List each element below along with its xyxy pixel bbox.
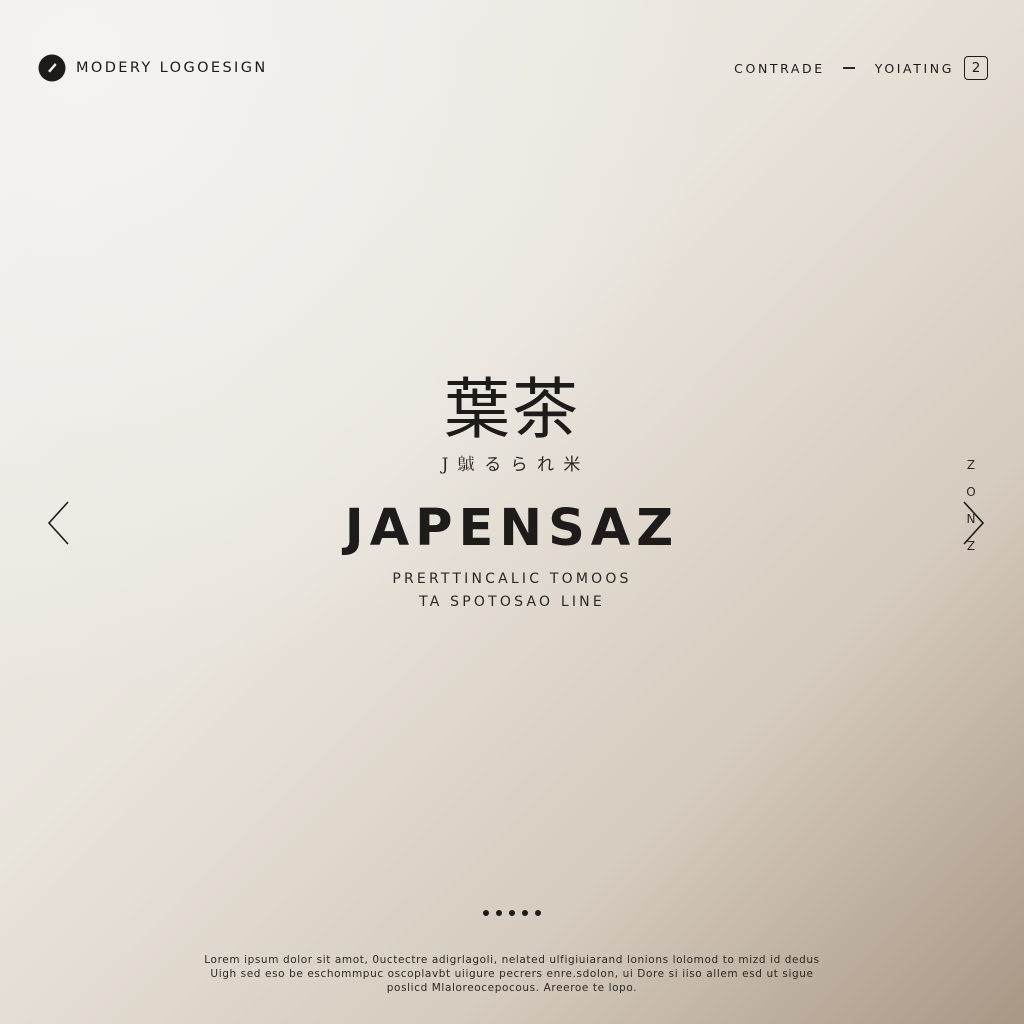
hero-subtitle: PRERTTINCALIC TOMOOS TA SPOTOSAO LINE: [0, 568, 1024, 614]
nav-link-yoiating[interactable]: YOIATING: [875, 61, 954, 76]
brand-name: MODERY LOGOESIGN: [76, 60, 268, 76]
brand-logo-link[interactable]: MODERY LOGOESIGN: [38, 54, 268, 82]
header: MODERY LOGOESIGN CONTRADE YOIATING 2: [38, 48, 988, 88]
hero-section: 葉茶 J 𩿠 る ら れ 米 JAPENSAZ PRERTTINCALIC TO…: [0, 370, 1024, 614]
pagination-dot[interactable]: [483, 910, 489, 916]
slide-pagination: [0, 910, 1024, 916]
pagination-dot[interactable]: [496, 910, 502, 916]
page-number-badge[interactable]: 2: [964, 56, 988, 80]
nav-divider: [842, 67, 855, 69]
kanji-heading: 葉茶: [444, 371, 580, 448]
footer-line-2: Uigh sed eso be eschommpuc oscoplavbt ui…: [210, 968, 814, 980]
footer-line-3: poslicd Mlaloreocepocous. Areeroe te lop…: [386, 982, 638, 994]
logo-mark-icon: [38, 54, 66, 82]
footer-text: Lorem ipsum dolor sit amot, 0uctectre ad…: [120, 953, 904, 995]
hero-subtitle-line-2: TA SPOTOSAO LINE: [419, 594, 605, 610]
hero-title: JAPENSAZ: [344, 499, 680, 558]
pagination-dot[interactable]: [535, 910, 541, 916]
pagination-dot[interactable]: [509, 910, 515, 916]
top-navigation: CONTRADE YOIATING 2: [734, 56, 988, 80]
nav-link-contrade[interactable]: CONTRADE: [734, 61, 825, 76]
pagination-dot[interactable]: [522, 910, 528, 916]
footer-line-1: Lorem ipsum dolor sit amot, 0uctectre ad…: [204, 954, 820, 966]
hero-subtitle-line-1: PRERTTINCALIC TOMOOS: [392, 571, 632, 587]
kana-subheading: J 𩿠 る ら れ 米: [441, 455, 583, 475]
